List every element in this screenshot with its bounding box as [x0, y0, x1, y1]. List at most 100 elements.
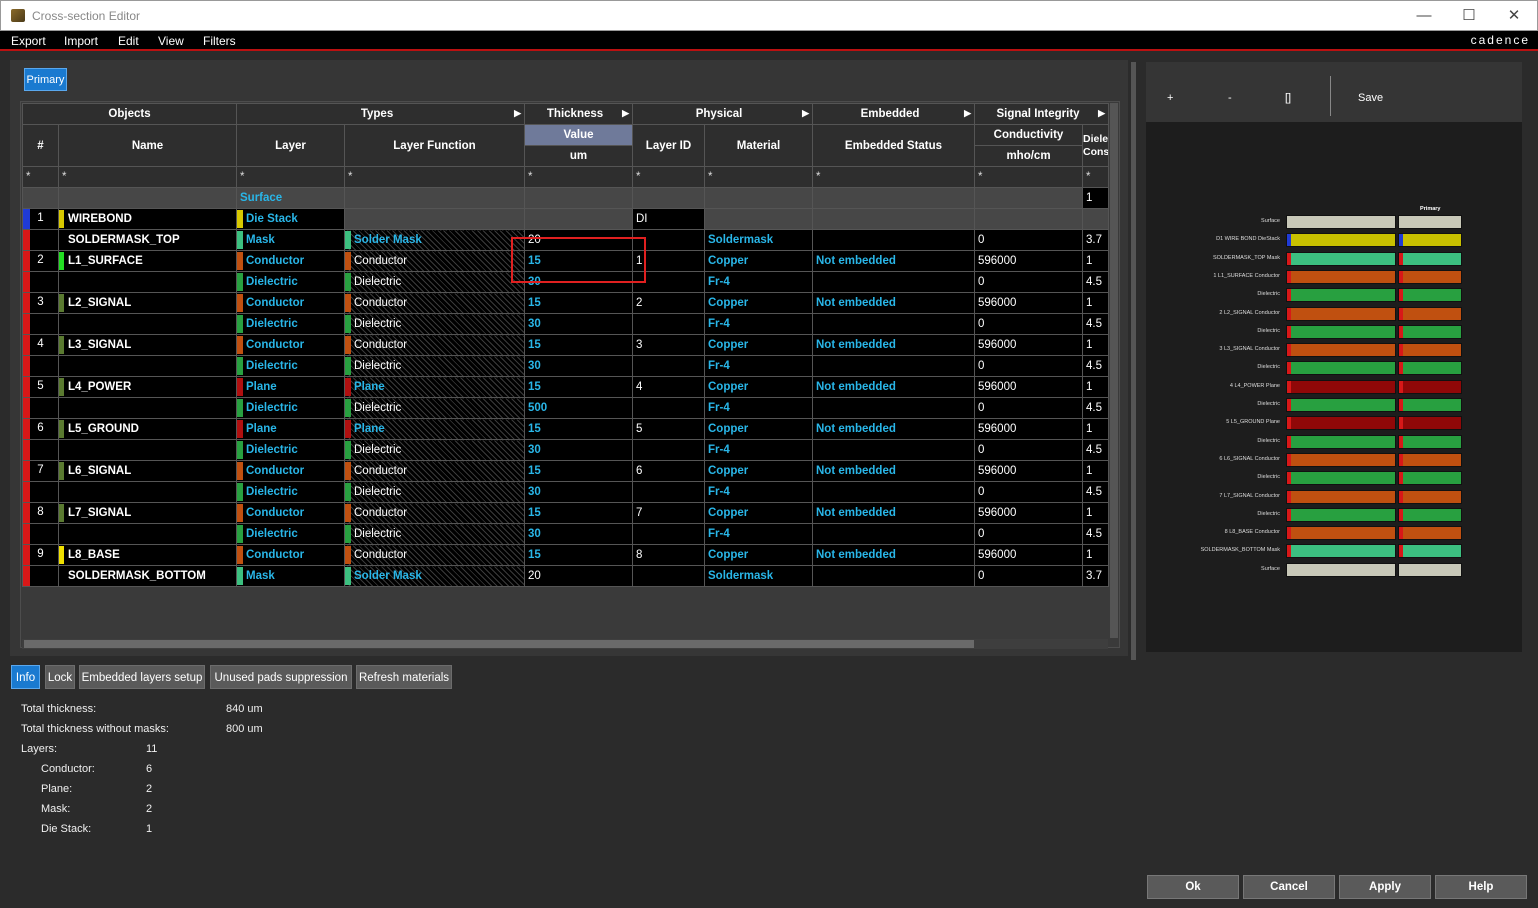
table-row[interactable]: 3 L2_SIGNAL Conductor Conductor 15 2 Copper Not… — [22, 292, 1109, 314]
save-button[interactable]: Save — [1358, 92, 1383, 104]
material-cell[interactable]: Fr-4 — [704, 523, 813, 545]
layer-id-cell[interactable]: 1 — [632, 250, 705, 272]
layer-function-cell[interactable]: Plane — [344, 376, 525, 398]
layer-type-cell[interactable]: Mask — [236, 565, 345, 587]
menu-export[interactable]: Export — [11, 34, 46, 48]
tab-refresh-materials[interactable]: Refresh materials — [356, 665, 452, 689]
filter-layer[interactable]: * — [236, 166, 345, 188]
dielectric-constant-cell[interactable]: 1 — [1082, 187, 1109, 209]
material-cell[interactable]: Copper — [704, 544, 813, 566]
conductivity-cell[interactable]: 596000 — [974, 250, 1083, 272]
conductivity-cell[interactable]: 0 — [974, 313, 1083, 335]
layer-type-cell[interactable]: Mask — [236, 229, 345, 251]
layer-id-cell[interactable]: 6 — [632, 460, 705, 482]
layer-id-cell[interactable]: 3 — [632, 334, 705, 356]
layer-name-cell[interactable]: L6_SIGNAL — [58, 460, 237, 482]
row-number-cell[interactable] — [22, 565, 59, 587]
dielectric-constant-cell[interactable] — [1082, 208, 1109, 230]
layer-function-cell[interactable]: Conductor — [344, 334, 525, 356]
layer-type-cell[interactable]: Dielectric — [236, 523, 345, 545]
expand-arrow-icon[interactable]: ▶ — [514, 108, 521, 119]
expand-arrow-icon[interactable]: ▶ — [622, 108, 629, 119]
tab-info[interactable]: Info — [11, 665, 40, 689]
col-value[interactable]: Value — [524, 124, 633, 146]
table-row[interactable]: Surface 1 — [22, 187, 1109, 209]
row-number-cell[interactable]: 1 — [22, 208, 59, 230]
embedded-status-cell[interactable] — [812, 397, 975, 419]
close-button[interactable]: ✕ — [1499, 5, 1529, 27]
layer-id-cell[interactable] — [632, 187, 705, 209]
layer-function-cell[interactable]: Conductor — [344, 544, 525, 566]
conductivity-cell[interactable]: 596000 — [974, 292, 1083, 314]
expand-arrow-icon[interactable]: ▶ — [964, 108, 971, 119]
material-cell[interactable]: Fr-4 — [704, 397, 813, 419]
row-number-cell[interactable] — [22, 523, 59, 545]
thickness-cell[interactable]: 30 — [524, 313, 633, 335]
layer-id-cell[interactable] — [632, 355, 705, 377]
ok-button[interactable]: Ok — [1147, 875, 1239, 899]
header-embedded[interactable]: Embedded ▶ — [812, 103, 975, 125]
dielectric-constant-cell[interactable]: 4.5 — [1082, 439, 1109, 461]
dielectric-constant-cell[interactable]: 1 — [1082, 292, 1109, 314]
layer-function-cell[interactable]: Dielectric — [344, 523, 525, 545]
row-number-cell[interactable]: 4 — [22, 334, 59, 356]
layer-id-cell[interactable] — [632, 271, 705, 293]
material-cell[interactable]: Copper — [704, 334, 813, 356]
material-cell[interactable]: Fr-4 — [704, 313, 813, 335]
layer-type-cell[interactable]: Dielectric — [236, 355, 345, 377]
header-objects[interactable]: Objects — [22, 103, 237, 125]
material-cell[interactable]: Copper — [704, 376, 813, 398]
table-row[interactable]: 4 L3_SIGNAL Conductor Conductor 15 3 Copper Not… — [22, 334, 1109, 356]
embedded-status-cell[interactable]: Not embedded — [812, 376, 975, 398]
conductivity-cell[interactable]: 0 — [974, 355, 1083, 377]
dielectric-constant-cell[interactable]: 3.7 — [1082, 565, 1109, 587]
layer-id-cell[interactable]: 5 — [632, 418, 705, 440]
table-row[interactable]: SOLDERMASK_BOTTOM Mask Solder Mask 20 Solder… — [22, 565, 1109, 587]
table-row[interactable]: 5 L4_POWER Plane Plane 15 4 Copper Not embedded… — [22, 376, 1109, 398]
layer-name-cell[interactable] — [58, 313, 237, 335]
layer-type-cell[interactable]: Conductor — [236, 460, 345, 482]
layer-type-cell[interactable]: Conductor — [236, 292, 345, 314]
layer-name-cell[interactable] — [58, 187, 237, 209]
material-cell[interactable]: Soldermask — [704, 229, 813, 251]
layer-type-cell[interactable]: Conductor — [236, 250, 345, 272]
layer-type-cell[interactable]: Dielectric — [236, 439, 345, 461]
layer-type-cell[interactable]: Dielectric — [236, 397, 345, 419]
layer-name-cell[interactable]: WIREBOND — [58, 208, 237, 230]
table-row[interactable]: Dielectric Dielectric 30 Fr-4 0 4.5 — [22, 355, 1109, 377]
dielectric-constant-cell[interactable]: 1 — [1082, 334, 1109, 356]
tab-primary[interactable]: Primary — [24, 68, 67, 91]
layer-function-cell[interactable]: Conductor — [344, 502, 525, 524]
row-number-cell[interactable]: 3 — [22, 292, 59, 314]
thickness-cell[interactable] — [524, 187, 633, 209]
layer-id-cell[interactable] — [632, 523, 705, 545]
layer-name-cell[interactable]: L3_SIGNAL — [58, 334, 237, 356]
col-material[interactable]: Material — [704, 124, 813, 167]
material-cell[interactable]: Copper — [704, 418, 813, 440]
filter-num[interactable]: * — [22, 166, 59, 188]
embedded-status-cell[interactable] — [812, 481, 975, 503]
layer-id-cell[interactable] — [632, 439, 705, 461]
layer-name-cell[interactable]: L7_SIGNAL — [58, 502, 237, 524]
embedded-status-cell[interactable] — [812, 313, 975, 335]
layer-type-cell[interactable]: Die Stack — [236, 208, 345, 230]
filter-name[interactable]: * — [58, 166, 237, 188]
dielectric-constant-cell[interactable]: 1 — [1082, 418, 1109, 440]
grid-horizontal-scrollbar[interactable] — [24, 640, 974, 648]
layer-function-cell[interactable]: Solder Mask — [344, 229, 525, 251]
row-number-cell[interactable]: 7 — [22, 460, 59, 482]
material-cell[interactable]: Fr-4 — [704, 355, 813, 377]
layer-id-cell[interactable]: 8 — [632, 544, 705, 566]
thickness-cell[interactable]: 20 — [524, 229, 633, 251]
conductivity-cell[interactable]: 0 — [974, 271, 1083, 293]
material-cell[interactable]: Copper — [704, 292, 813, 314]
layer-function-cell[interactable]: Conductor — [344, 250, 525, 272]
zoom-in-button[interactable]: + — [1167, 92, 1173, 104]
thickness-cell[interactable]: 15 — [524, 292, 633, 314]
layer-name-cell[interactable] — [58, 271, 237, 293]
filter-layer-id[interactable]: * — [632, 166, 705, 188]
col-num[interactable]: # — [22, 124, 59, 167]
layer-id-cell[interactable]: 2 — [632, 292, 705, 314]
table-row[interactable]: 6 L5_GROUND Plane Plane 15 5 Copper Not embedde… — [22, 418, 1109, 440]
layer-function-cell[interactable]: Dielectric — [344, 271, 525, 293]
